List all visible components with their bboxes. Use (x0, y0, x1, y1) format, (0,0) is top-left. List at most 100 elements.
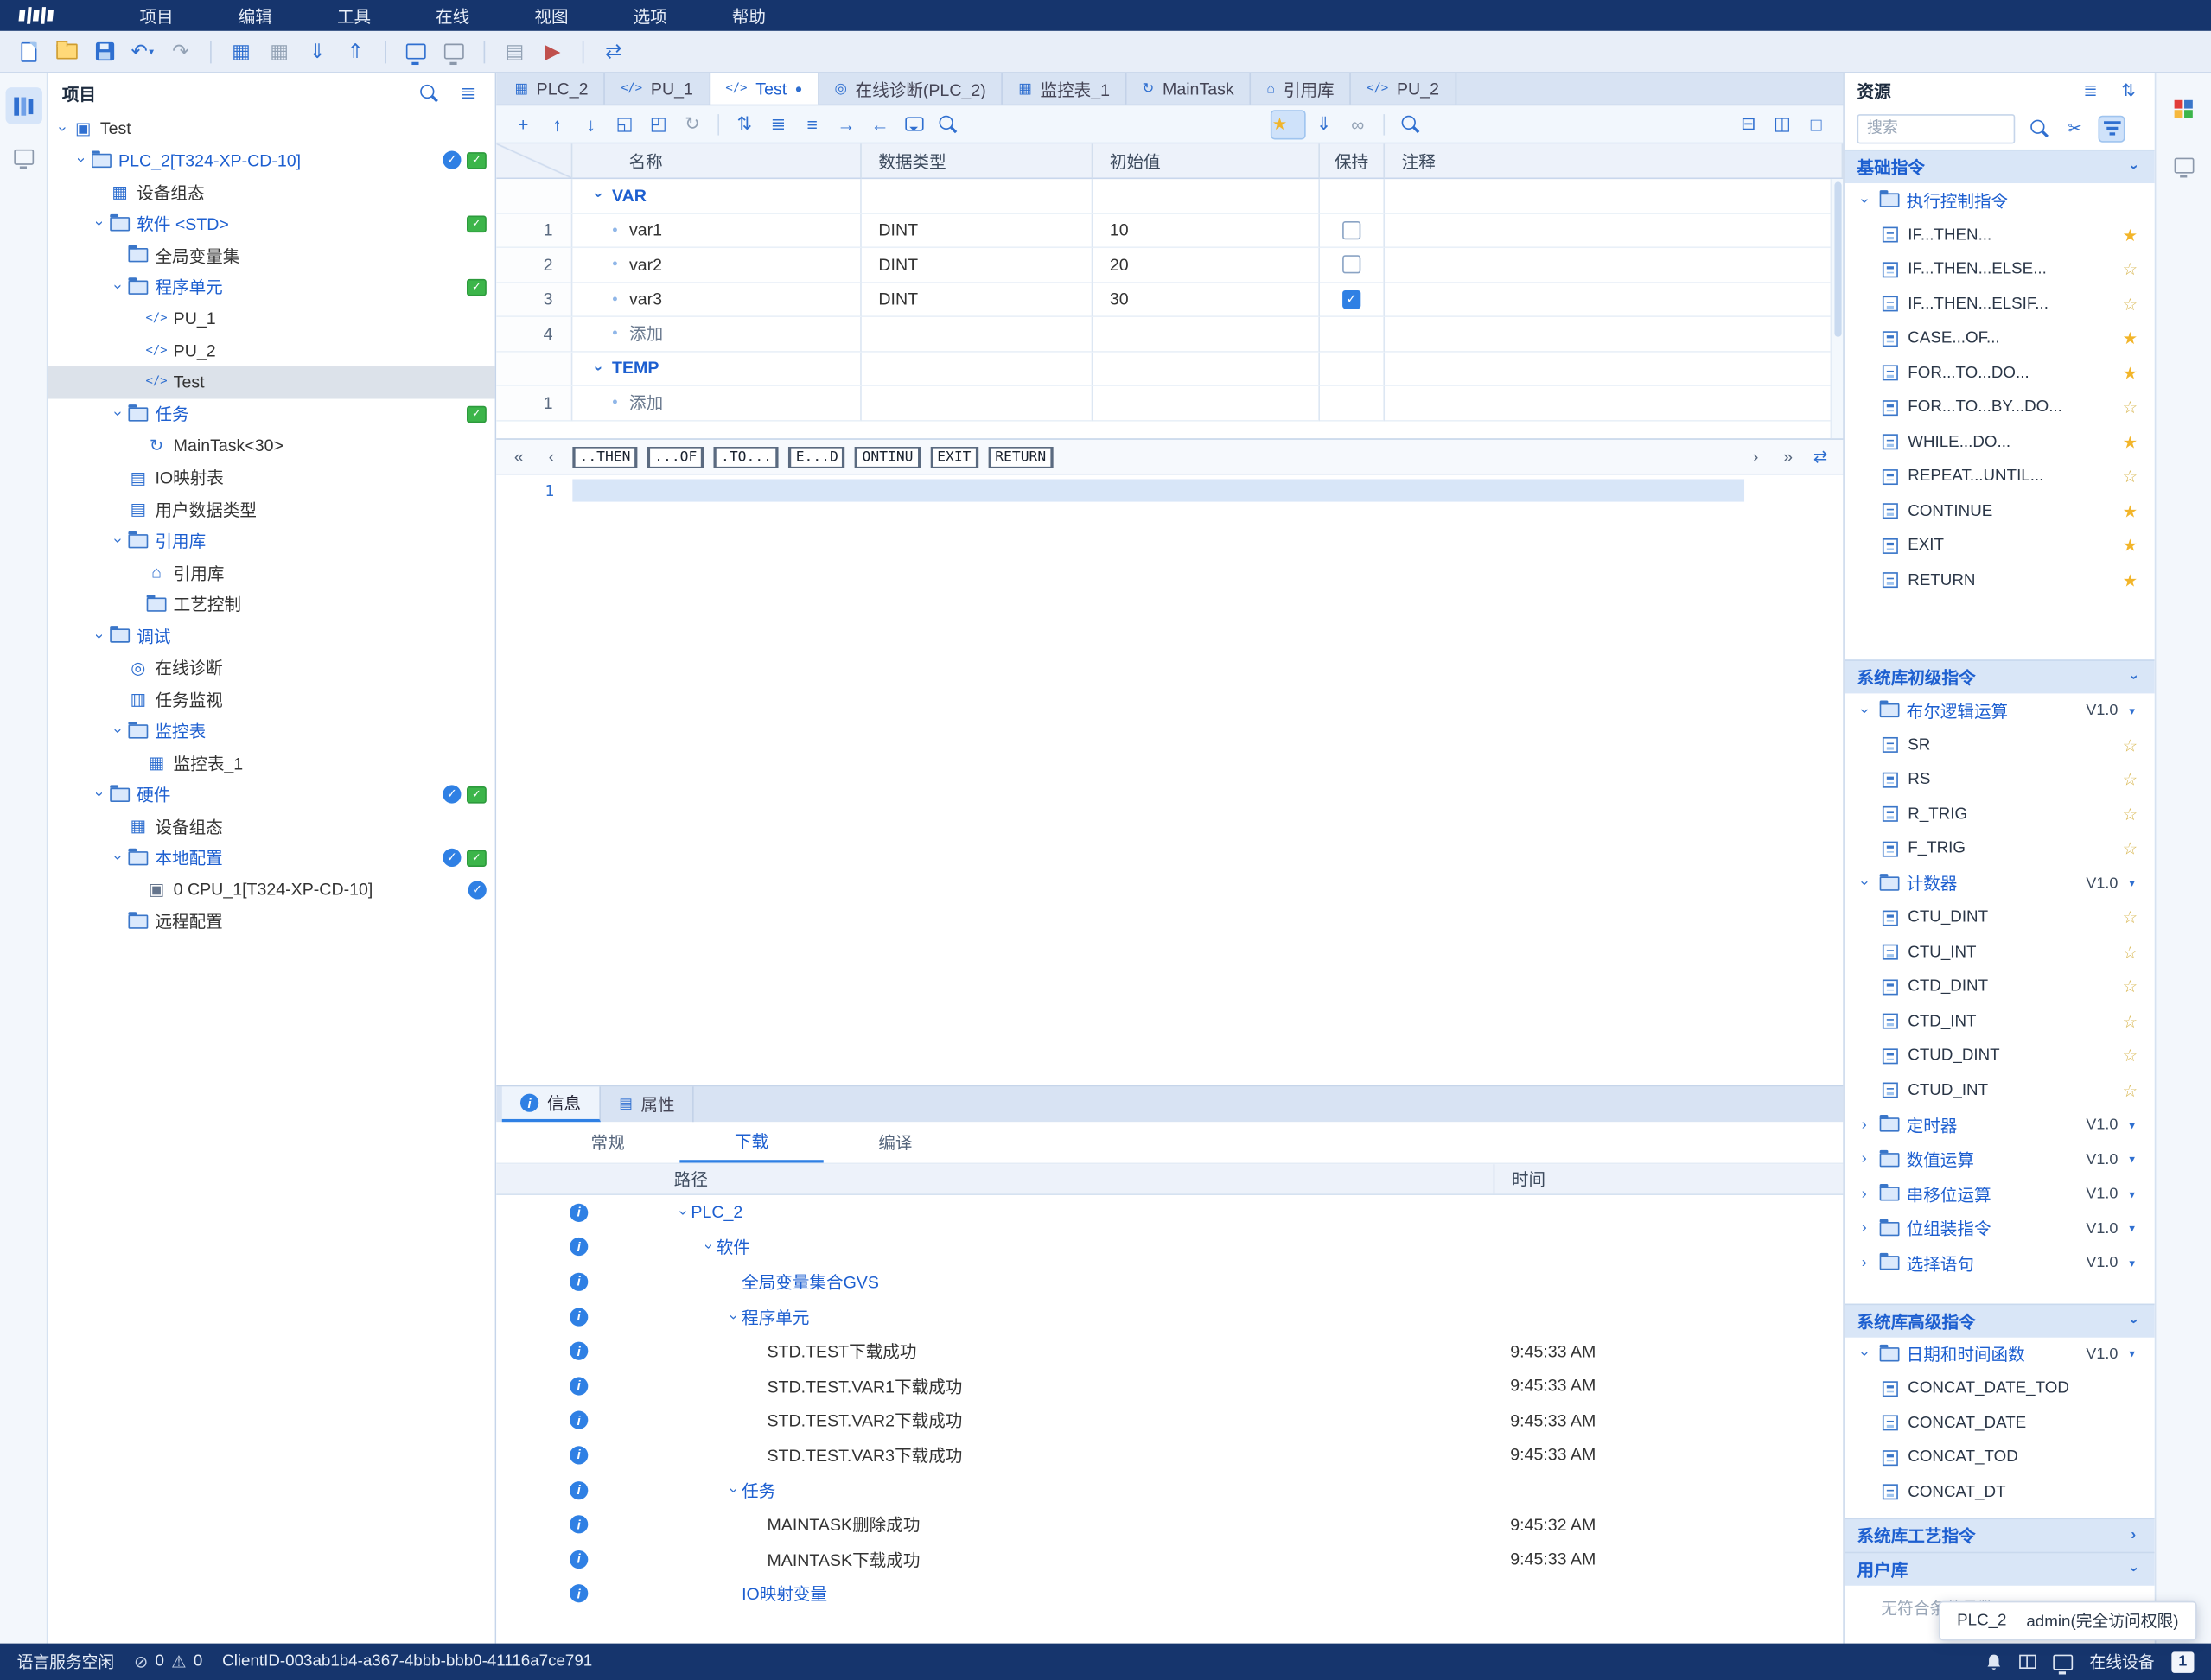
cross-reference-button[interactable]: ∞ (1342, 109, 1373, 138)
column-header-0[interactable]: 名称 (572, 143, 861, 179)
section-header-sys-tech[interactable]: 系统库工艺指令› (1845, 1518, 2155, 1551)
favorite-star-icon[interactable]: ★ (2123, 432, 2155, 452)
sort-rows-button[interactable]: ⇅ (729, 109, 760, 138)
refresh-button[interactable]: ↻ (677, 109, 708, 138)
instruction-if-then-else[interactable]: IF...THEN...ELSE...☆ (1845, 252, 2155, 287)
group-row-temp[interactable]: ›TEMP (496, 352, 1843, 386)
log-row-11[interactable]: i›IO映射变量 (496, 1576, 1843, 1611)
apps-button[interactable] (2165, 90, 2201, 126)
goto-next-button[interactable]: › (1744, 447, 1767, 467)
instruction-group-bool-logic[interactable]: ›布尔逻辑运算V1.0▾ (1845, 693, 2155, 728)
section-header-basic[interactable]: 基础指令› (1845, 150, 2155, 183)
online-device-label[interactable]: 在线设备 (2090, 1651, 2155, 1673)
log-row-8[interactable]: i›任务 (496, 1473, 1843, 1507)
comment-cell[interactable] (1385, 213, 1843, 248)
favorite-star-icon[interactable]: ★ (2123, 536, 2155, 556)
tree-item-online-diagnose[interactable]: ›◎在线诊断 (48, 652, 494, 684)
name-cell[interactable]: ●var3 (572, 283, 861, 317)
tree-item-hw-device-config[interactable]: ›▦设备组态 (48, 811, 494, 843)
tree-item-test[interactable]: ›</>Test (48, 366, 494, 398)
retain-checkbox[interactable] (1342, 256, 1360, 274)
tab-watch-table-1[interactable]: ▦监控表_1 (1003, 73, 1126, 105)
instruction-rs[interactable]: RS☆ (1845, 762, 2155, 797)
group-expander-icon[interactable]: › (1856, 1117, 1873, 1133)
tree-expander-icon[interactable]: › (109, 850, 124, 867)
notifications-bell-icon[interactable] (1985, 1652, 2003, 1670)
column-header-2[interactable]: 初始值 (1093, 143, 1320, 179)
favorite-star-icon[interactable]: ☆ (2123, 398, 2155, 417)
group-row-var[interactable]: ›VAR (496, 179, 1843, 213)
group-expander-icon[interactable]: › (590, 188, 606, 205)
group-expander-icon[interactable]: › (1856, 1221, 1873, 1237)
snippet-button-2[interactable]: .TO... (714, 446, 779, 467)
group-expander-icon[interactable]: › (1856, 1256, 1873, 1271)
open-project-button[interactable] (49, 35, 83, 68)
tree-item-maintask[interactable]: ›↻MainTask<30> (48, 430, 494, 461)
name-cell[interactable]: ●添加 (572, 386, 861, 421)
log-row-1[interactable]: i›软件 (496, 1230, 1843, 1264)
tree-item-io-map[interactable]: ›▤IO映射表 (48, 461, 494, 493)
instruction-group-timer[interactable]: ›定时器V1.0▾ (1845, 1108, 2155, 1142)
comment-cell[interactable] (1385, 386, 1843, 421)
group-expander-icon[interactable]: › (1857, 703, 1872, 720)
row-expander-icon[interactable]: › (700, 1238, 716, 1256)
version-dropdown-icon[interactable]: ▾ (2129, 1257, 2154, 1270)
row-expander-icon[interactable]: › (725, 1308, 741, 1326)
snippet-button-1[interactable]: ...OF (647, 446, 704, 467)
move-down-button[interactable]: ↓ (576, 109, 607, 138)
row-expander-icon[interactable]: › (675, 1204, 691, 1221)
init-value-cell[interactable]: 20 (1093, 248, 1320, 283)
instruction-group-counter[interactable]: ›计数器V1.0▾ (1845, 866, 2155, 900)
collapse-groups-button[interactable]: ≡ (797, 109, 828, 138)
column-header-3[interactable]: 保持 (1320, 143, 1385, 179)
instruction-while-do[interactable]: WHILE...DO...★ (1845, 425, 2155, 460)
project-sort-button[interactable]: ≣ (456, 80, 481, 105)
favorite-star-icon[interactable]: ☆ (2123, 1080, 2155, 1100)
row-number-cell[interactable]: 2 (496, 248, 572, 283)
instruction-group-shift[interactable]: ›串移位运算V1.0▾ (1845, 1177, 2155, 1212)
init-value-cell[interactable]: 30 (1093, 283, 1320, 317)
instruction-if-then-elsif[interactable]: IF...THEN...ELSIF...☆ (1845, 287, 2155, 321)
instruction-if-then[interactable]: IF...THEN...★ (1845, 218, 2155, 252)
tab-plc2[interactable]: ▦PLC_2 (500, 73, 606, 105)
compile-button[interactable]: ▦ (224, 35, 258, 68)
instruction-for-to-do[interactable]: FOR...TO...DO...★ (1845, 356, 2155, 391)
instruction-ctud_int[interactable]: CTUD_INT☆ (1845, 1073, 2155, 1108)
instruction-ctu_dint[interactable]: CTU_DINT☆ (1845, 900, 2155, 935)
snippet-button-6[interactable]: RETURN (988, 446, 1053, 467)
instruction-r_trig[interactable]: R_TRIG☆ (1845, 797, 2155, 831)
group-expander-icon[interactable]: › (1857, 192, 1872, 209)
redo-button[interactable]: ↷ (163, 35, 197, 68)
download-vars-button[interactable]: ⇓ (1309, 109, 1340, 138)
comment-cell[interactable] (1385, 283, 1843, 317)
undo-button[interactable]: ↶▾ (125, 35, 159, 68)
add-row-button[interactable]: + (507, 109, 538, 138)
instruction-group-numeric[interactable]: ›数值运算V1.0▾ (1845, 1142, 2155, 1177)
tree-item-device-config[interactable]: ›▦设备组态 (48, 176, 494, 208)
instruction-for-to-by-do[interactable]: FOR...TO...BY...DO...☆ (1845, 391, 2155, 425)
subtab-compile[interactable]: 编译 (824, 1122, 967, 1162)
expand-groups-button[interactable]: ≣ (763, 109, 794, 138)
tree-item-remote-config[interactable]: ›远程配置 (48, 906, 494, 938)
column-header-1[interactable]: 数据类型 (862, 143, 1093, 179)
tree-expander-icon[interactable]: › (91, 627, 106, 645)
group-expander-icon[interactable]: › (590, 360, 606, 377)
tab-pu1[interactable]: </>PU_1 (605, 73, 710, 105)
name-cell[interactable]: ●var2 (572, 248, 861, 283)
init-value-cell[interactable] (1093, 317, 1320, 352)
instruction-concat_dt[interactable]: CONCAT_DT (1845, 1475, 2155, 1510)
project-search-button[interactable] (416, 80, 441, 105)
retain-checkbox[interactable] (1342, 221, 1360, 239)
group-expander-icon[interactable]: › (1857, 1346, 1872, 1363)
instruction-ctud_dint[interactable]: CTUD_DINT☆ (1845, 1039, 2155, 1073)
init-value-cell[interactable] (1093, 386, 1320, 421)
row-number-cell[interactable]: 1 (496, 213, 572, 248)
log-row-2[interactable]: i›全局变量集合GVS (496, 1264, 1843, 1299)
compile-all-button[interactable]: ▦ (262, 35, 296, 68)
resource-filter-button[interactable] (2099, 115, 2125, 142)
subtab-general[interactable]: 常规 (536, 1122, 679, 1162)
info-tab-properties[interactable]: ▤属性 (601, 1086, 694, 1122)
tree-expander-icon[interactable]: › (73, 152, 88, 169)
upload-button[interactable]: ⇑ (339, 35, 373, 68)
type-cell[interactable] (862, 386, 1093, 421)
